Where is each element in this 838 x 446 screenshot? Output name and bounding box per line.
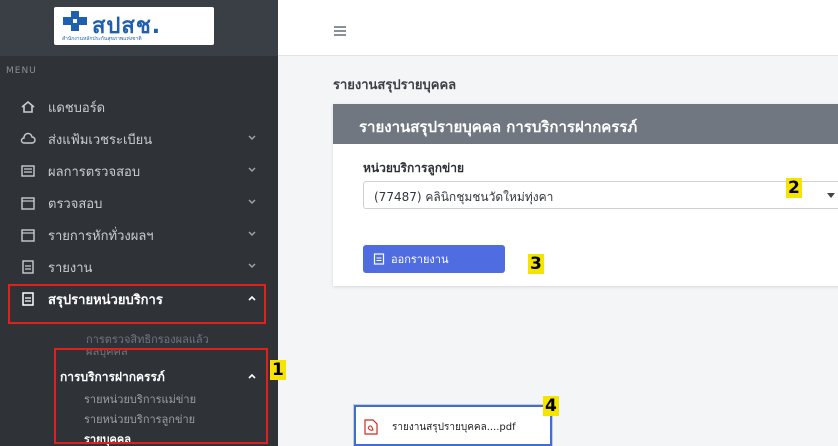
- export-report-button[interactable]: ออกรายงาน: [363, 245, 505, 273]
- step-badge-3: 3: [528, 254, 544, 274]
- chevron-down-icon: [248, 199, 256, 205]
- highlight-box-menu: [8, 284, 266, 324]
- caret-down-icon: [827, 193, 835, 198]
- chevron-down-icon: [248, 263, 256, 269]
- sidebar-item-label: ส่งแฟ้มเวชระเบียน: [48, 132, 153, 148]
- cloud-upload-icon: [20, 131, 36, 147]
- calendar-icon: [20, 195, 36, 211]
- sidebar-item-label: รายงาน: [48, 260, 93, 276]
- unit-select[interactable]: (77487) คลินิกชุมชนวัดใหม่ทุ่งคา: [363, 181, 838, 209]
- chevron-down-icon: [248, 167, 256, 173]
- step-badge-1: 1: [270, 360, 286, 380]
- download-file-name: รายงานสรุปรายบุคคล....pdf: [392, 422, 516, 433]
- chevron-down-icon: [248, 135, 256, 141]
- document-icon: [20, 259, 36, 275]
- sidebar-item-label: ตรวจสอบ: [48, 196, 103, 212]
- unit-field-label: หน่วยบริการลูกข่าย: [363, 161, 464, 175]
- document-icon: [373, 253, 385, 265]
- chevron-down-icon: [248, 231, 256, 237]
- unit-select-value: (77487) คลินิกชุมชนวัดใหม่ทุ่งคา: [374, 190, 554, 204]
- highlight-box-submenu: [54, 348, 268, 444]
- card-header: รายงานสรุปรายบุคคล การบริการฝากครรภ์: [333, 104, 838, 144]
- sidebar-item-check[interactable]: ตรวจสอบ: [0, 188, 278, 218]
- page-title: รายงานสรุปรายบุคคล: [333, 78, 457, 93]
- download-file-chip[interactable]: รายงานสรุปรายบุคคล....pdf: [353, 404, 553, 446]
- pdf-file-icon: [364, 419, 378, 435]
- report-card: รายงานสรุปรายบุคคล การบริการฝากครรภ์ หน่…: [333, 104, 838, 286]
- step-badge-4: 4: [543, 396, 559, 416]
- sidebar: สปสช. สำนักงานหลักประกันสุขภาพแห่งชาติ M…: [0, 0, 286, 446]
- export-button-label: ออกรายงาน: [391, 253, 449, 266]
- calendar-icon: [20, 227, 36, 243]
- menu-heading: MENU: [6, 66, 37, 76]
- sidebar-item-upload[interactable]: ส่งแฟ้มเวชระเบียน: [0, 124, 278, 154]
- sidebar-item-deductions[interactable]: รายการหักทั่วงผลฯ: [0, 220, 278, 250]
- home-icon: [20, 99, 36, 115]
- nhso-logo-icon: [63, 11, 87, 31]
- sidebar-item-label: รายการหักทั่วงผลฯ: [48, 228, 154, 244]
- card-title: รายงานสรุปรายบุคคล การบริการฝากครรภ์: [359, 118, 638, 136]
- list-icon: [20, 163, 36, 179]
- app-window: สปสช. สำนักงานหลักประกันสุขภาพแห่งชาติ M…: [0, 0, 838, 446]
- hamburger-menu-icon[interactable]: [334, 26, 346, 36]
- sidebar-item-reports[interactable]: รายงาน: [0, 252, 278, 282]
- sidebar-item-label: แดชบอร์ด: [48, 100, 106, 116]
- sidebar-item-results[interactable]: ผลการตรวจสอบ: [0, 156, 278, 186]
- sidebar-item-dashboard[interactable]: แดชบอร์ด: [0, 92, 278, 122]
- topbar: [278, 0, 838, 56]
- sidebar-item-label: ผลการตรวจสอบ: [48, 164, 141, 180]
- step-badge-2: 2: [786, 178, 802, 198]
- logo-area: สปสช. สำนักงานหลักประกันสุขภาพแห่งชาติ: [0, 0, 278, 56]
- logo-subtitle: สำนักงานหลักประกันสุขภาพแห่งชาติ: [62, 36, 142, 42]
- logo[interactable]: สปสช. สำนักงานหลักประกันสุขภาพแห่งชาติ: [54, 7, 214, 45]
